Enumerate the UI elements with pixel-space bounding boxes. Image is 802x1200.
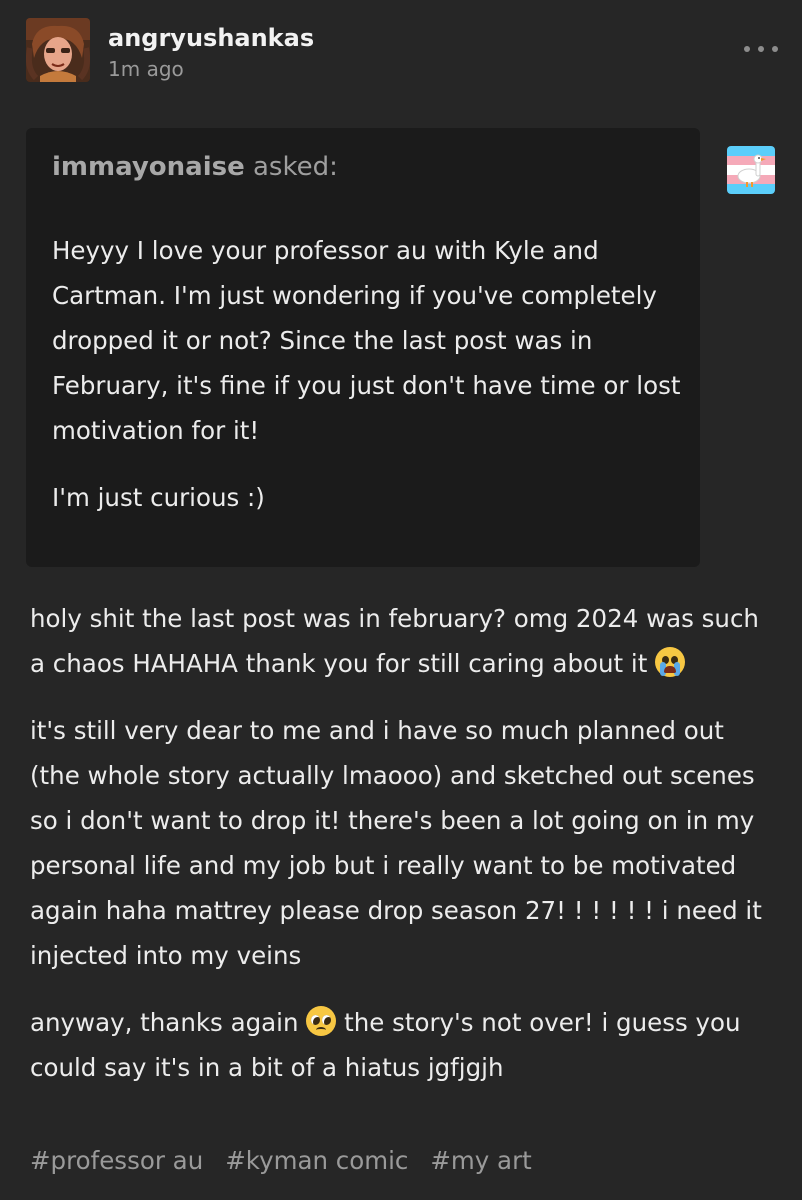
ask-header: immayonaise asked:	[52, 152, 338, 182]
tag-link[interactable]: #kyman comic	[225, 1146, 408, 1175]
tag-list: #professor au #kyman comic #my art	[30, 1146, 532, 1175]
post-timestamp[interactable]: 1m ago	[108, 57, 184, 81]
ask-paragraph: Heyyy I love your professor au with Kyle…	[52, 236, 681, 445]
asked-label: asked:	[244, 152, 338, 182]
more-options-icon[interactable]	[744, 42, 778, 56]
more-dot	[744, 46, 750, 52]
ask-body: Heyyy I love your professor au with Kyle…	[52, 228, 682, 542]
pleading-face-emoji-icon	[306, 1006, 337, 1036]
more-dot	[758, 46, 764, 52]
loudly-crying-emoji-icon	[655, 647, 686, 677]
answer-body: holy shit the last post was in february?…	[30, 596, 780, 1112]
blog-name-link[interactable]: angryushankas	[108, 24, 314, 52]
answer-paragraph: it's still very dear to me and i have so…	[30, 716, 762, 970]
answer-text: anyway, thanks again	[30, 1008, 299, 1037]
ask-paragraph: I'm just curious :)	[52, 483, 265, 512]
answer-text: holy shit the last post was in february?…	[30, 604, 759, 678]
tag-link[interactable]: #my art	[430, 1146, 531, 1175]
post-card: angryushankas 1m ago immayonaise asked: …	[0, 0, 802, 1200]
asker-name-link[interactable]: immayonaise	[52, 152, 245, 182]
more-dot	[772, 46, 778, 52]
asker-avatar[interactable]	[727, 146, 775, 194]
trans-flag-goose-icon	[727, 146, 775, 194]
answer-paragraph: holy shit the last post was in february?…	[30, 596, 780, 686]
answer-paragraph: anyway, thanks again the story's not ove…	[30, 1000, 780, 1090]
ask-box: immayonaise asked: Heyyy I love your pro…	[26, 128, 700, 567]
blog-avatar[interactable]	[26, 18, 90, 82]
tag-link[interactable]: #professor au	[30, 1146, 203, 1175]
avatar-illustration	[26, 18, 90, 82]
